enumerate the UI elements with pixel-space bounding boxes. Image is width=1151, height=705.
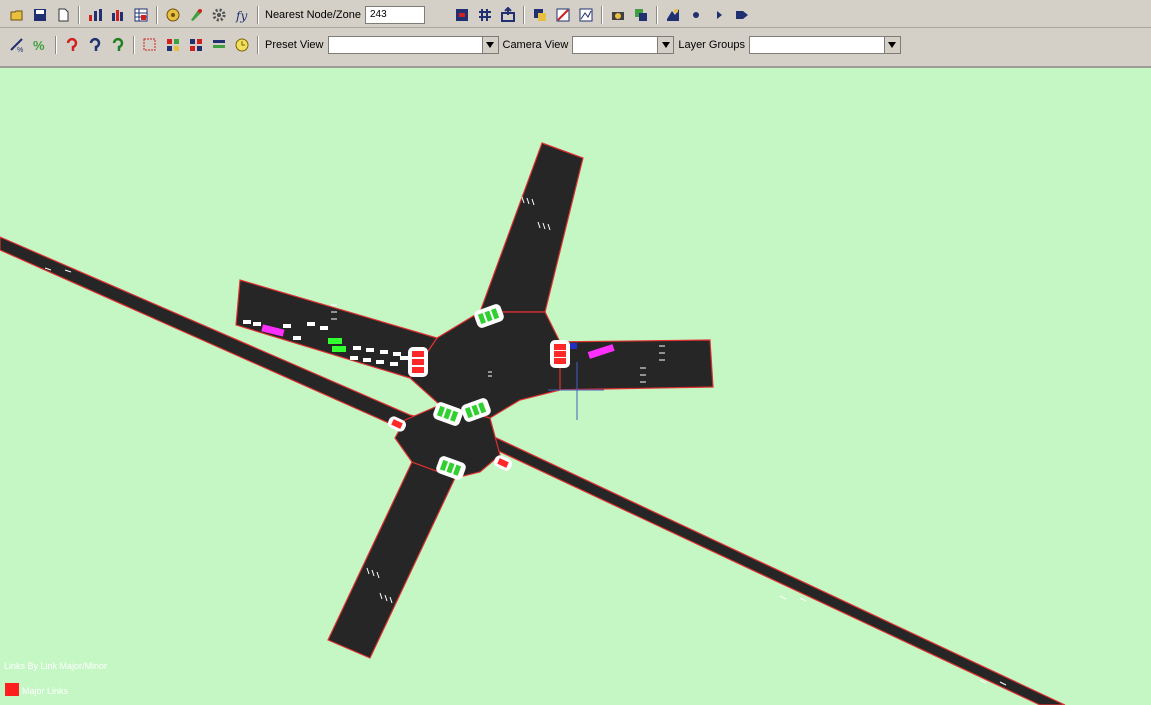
- legend-title: Links By Link Major/Minor: [4, 661, 108, 671]
- step-icon[interactable]: [708, 5, 729, 25]
- legend-swatch-major: [5, 683, 19, 696]
- overlay-icon[interactable]: [630, 5, 651, 25]
- select-area-icon[interactable]: [139, 35, 160, 55]
- measure-icon[interactable]: %: [6, 35, 27, 55]
- camera-view-value[interactable]: [572, 36, 659, 54]
- layer-groups-select[interactable]: [748, 36, 901, 54]
- hook-red-icon[interactable]: [61, 35, 82, 55]
- record-icon[interactable]: [451, 5, 472, 25]
- gear-tool-icon[interactable]: [208, 5, 229, 25]
- chevron-down-icon[interactable]: [482, 36, 499, 54]
- bar-chart-icon[interactable]: [107, 5, 128, 25]
- camera-icon[interactable]: [607, 5, 628, 25]
- save-icon[interactable]: [29, 5, 50, 25]
- layer-groups-label: Layer Groups: [678, 39, 745, 51]
- signal-bars-icon[interactable]: [84, 5, 105, 25]
- function-icon[interactable]: fy: [231, 5, 252, 25]
- layer-groups-value[interactable]: [748, 36, 885, 54]
- map-cursor-origin: [570, 343, 577, 349]
- nearest-node-label: Nearest Node/Zone: [265, 9, 361, 21]
- nearest-node-input[interactable]: 243: [365, 6, 425, 24]
- export-icon[interactable]: [497, 5, 518, 25]
- dot-icon[interactable]: [685, 5, 706, 25]
- vehicle-settings-icon[interactable]: [162, 5, 183, 25]
- preset-view-value[interactable]: [327, 36, 483, 54]
- route-icon[interactable]: [575, 5, 596, 25]
- chevron-down-icon[interactable]: [884, 36, 901, 54]
- run-script-icon[interactable]: [662, 5, 683, 25]
- svg-text:%: %: [33, 38, 45, 53]
- map-canvas[interactable]: [0, 70, 1151, 705]
- percent-icon[interactable]: %: [29, 35, 50, 55]
- view-toolbar: % % Preset View Camera View Layer Groups: [0, 28, 1151, 68]
- preset-view-select[interactable]: [327, 36, 499, 54]
- clock-icon[interactable]: [231, 35, 252, 55]
- grid-icon[interactable]: [474, 5, 495, 25]
- camera-view-label: Camera View: [502, 39, 569, 51]
- legend-item-major: Major Links: [22, 686, 69, 696]
- hook-green-icon[interactable]: [107, 35, 128, 55]
- palette-icon[interactable]: [185, 5, 206, 25]
- main-toolbar: fy Nearest Node/Zone 243: [0, 0, 1151, 28]
- new-file-icon[interactable]: [52, 5, 73, 25]
- svg-text:%: %: [17, 47, 23, 53]
- open-file-icon[interactable]: [6, 5, 27, 25]
- layers-icon[interactable]: [529, 5, 550, 25]
- svg-text:fy: fy: [235, 9, 247, 23]
- zoom-region-icon[interactable]: [552, 5, 573, 25]
- list-icon[interactable]: [208, 35, 229, 55]
- camera-view-select[interactable]: [572, 36, 675, 54]
- nodes-icon[interactable]: [162, 35, 183, 55]
- hook-blue-icon[interactable]: [84, 35, 105, 55]
- preset-view-label: Preset View: [265, 39, 324, 51]
- links-icon[interactable]: [185, 35, 206, 55]
- fast-forward-icon[interactable]: [731, 5, 752, 25]
- chevron-down-icon[interactable]: [658, 36, 675, 54]
- table-stats-icon[interactable]: [130, 5, 151, 25]
